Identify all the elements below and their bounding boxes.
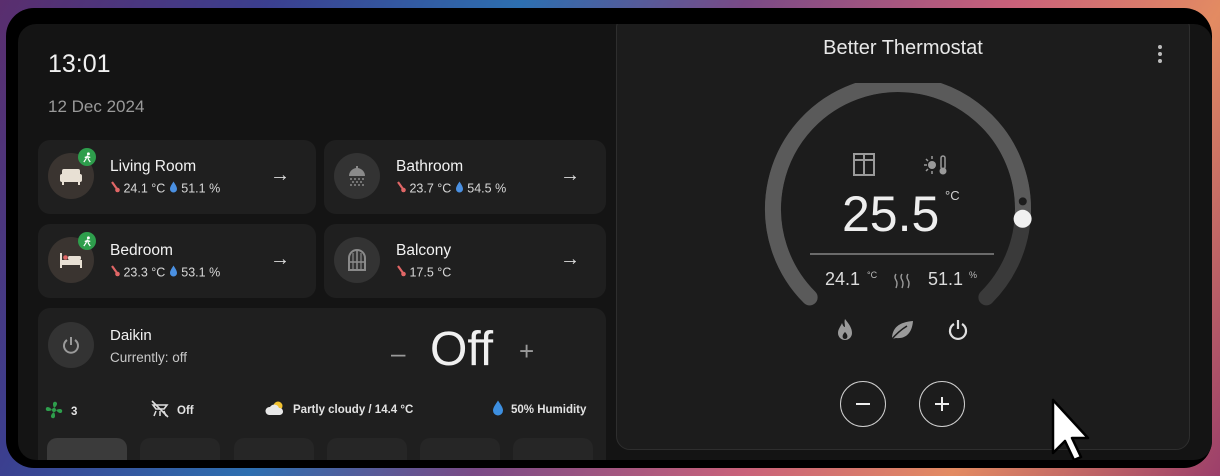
increase-button[interactable]: + bbox=[519, 336, 534, 367]
thermometer-icon bbox=[110, 181, 120, 196]
room-temperature: 23.7 °C bbox=[409, 181, 452, 196]
partly-cloudy-icon bbox=[264, 400, 286, 419]
arrow-right-icon[interactable]: → bbox=[270, 164, 290, 186]
room-sensors: 23.3 °C 53.1 % bbox=[110, 265, 220, 280]
droplet-icon bbox=[455, 181, 464, 196]
window-icon bbox=[334, 237, 380, 283]
room-card-balcony[interactable]: Balcony 17.5 °C → bbox=[324, 224, 606, 298]
dashboard-screen: 13:01 12 Dec 2024 Living Room 24.1 °C 51… bbox=[18, 24, 1212, 460]
thermometer-icon bbox=[110, 265, 120, 280]
arrow-right-icon[interactable]: → bbox=[560, 248, 580, 270]
room-card-bedroom[interactable]: Bedroom 23.3 °C 53.1 % → bbox=[38, 224, 316, 298]
current-humidity-unit: % bbox=[969, 270, 978, 280]
room-humidity: 53.1 % bbox=[181, 265, 221, 280]
thermostat-title: Better Thermostat bbox=[823, 37, 983, 59]
fan-icon bbox=[513, 438, 593, 460]
fan-speed: 3 bbox=[44, 400, 77, 423]
mode-button-heat[interactable] bbox=[140, 438, 220, 460]
room-name: Bedroom bbox=[110, 242, 173, 259]
droplet-icon bbox=[169, 181, 178, 196]
thermometer-icon bbox=[396, 265, 406, 280]
climate-name: Daikin bbox=[110, 327, 152, 344]
swing-value: Off bbox=[177, 404, 194, 417]
room-sensors: 17.5 °C bbox=[396, 265, 451, 280]
check-icon bbox=[47, 438, 127, 460]
sun-thermometer-icon bbox=[924, 155, 947, 175]
flame-icon[interactable] bbox=[836, 318, 854, 342]
room-card-bathroom[interactable]: Bathroom 23.7 °C 54.5 % → bbox=[324, 140, 606, 214]
dial-handle[interactable] bbox=[1013, 209, 1032, 228]
window-icon bbox=[853, 153, 875, 176]
fan-speed-value: 3 bbox=[71, 405, 78, 418]
mode-button-auto[interactable] bbox=[47, 438, 127, 460]
water-drop-icon bbox=[420, 438, 500, 460]
minus-icon bbox=[856, 403, 870, 405]
room-sensors: 23.7 °C 54.5 % bbox=[396, 181, 506, 196]
climate-status: Currently: off bbox=[110, 350, 188, 365]
dial-divider bbox=[810, 253, 994, 255]
humidity-status: 50% Humidity bbox=[492, 400, 586, 419]
current-humidity: 51.1 bbox=[928, 269, 964, 289]
room-temperature: 24.1 °C bbox=[123, 181, 166, 196]
thermostat-card: Better Thermostat 25.5 °C 24.1 °C 51.1 % bbox=[616, 24, 1190, 450]
swing-status: Off bbox=[150, 400, 194, 421]
room-temperature: 23.3 °C bbox=[123, 265, 166, 280]
flame-icon bbox=[140, 438, 220, 460]
target-temperature: 25.5 bbox=[842, 186, 940, 242]
room-name: Living Room bbox=[110, 158, 197, 175]
room-temperature: 17.5 °C bbox=[409, 265, 452, 280]
plus-icon bbox=[935, 397, 949, 411]
leaf-icon[interactable] bbox=[889, 319, 915, 341]
shower-icon bbox=[334, 153, 380, 199]
device-frame: 13:01 12 Dec 2024 Living Room 24.1 °C 51… bbox=[6, 8, 1212, 468]
room-name: Balcony bbox=[396, 242, 452, 259]
humidity-value: 50% Humidity bbox=[511, 403, 587, 416]
thermometer-icon bbox=[396, 181, 406, 196]
heat-waves-icon bbox=[894, 273, 910, 289]
mode-button-dry[interactable] bbox=[420, 438, 500, 460]
fan-icon bbox=[44, 400, 64, 423]
room-card-living-room[interactable]: Living Room 24.1 °C 51.1 % → bbox=[38, 140, 316, 214]
refresh-icon bbox=[327, 438, 407, 460]
occupancy-badge bbox=[78, 232, 96, 250]
arrow-right-icon[interactable]: → bbox=[560, 164, 580, 186]
current-temperature-unit: °C bbox=[867, 270, 878, 280]
snowflake-icon bbox=[234, 438, 314, 460]
mode-button-cool[interactable] bbox=[234, 438, 314, 460]
mode-button-fan[interactable] bbox=[513, 438, 593, 460]
mouse-cursor-icon bbox=[1051, 398, 1090, 462]
arrow-right-icon[interactable]: → bbox=[270, 248, 290, 270]
room-name: Bathroom bbox=[396, 158, 464, 175]
droplet-icon bbox=[169, 265, 178, 280]
clock-time: 13:01 bbox=[48, 50, 111, 78]
mode-button-heat-cool[interactable] bbox=[327, 438, 407, 460]
weather-status: Partly cloudy / 14.4 °C bbox=[264, 400, 413, 419]
droplet-icon bbox=[492, 400, 504, 419]
occupancy-badge bbox=[78, 148, 96, 166]
room-sensors: 24.1 °C 51.1 % bbox=[110, 181, 220, 196]
more-vertical-icon[interactable] bbox=[1157, 44, 1163, 64]
room-humidity: 54.5 % bbox=[467, 181, 507, 196]
power-icon[interactable] bbox=[948, 319, 968, 341]
dial-current-marker bbox=[1018, 197, 1027, 206]
room-humidity: 51.1 % bbox=[181, 181, 221, 196]
decrease-temperature-button[interactable] bbox=[840, 381, 886, 427]
clock-date: 12 Dec 2024 bbox=[48, 97, 145, 116]
increase-temperature-button[interactable] bbox=[919, 381, 965, 427]
weather-value: Partly cloudy / 14.4 °C bbox=[293, 403, 414, 416]
swing-off-icon bbox=[150, 400, 170, 421]
climate-state: Off bbox=[430, 323, 494, 376]
current-temperature: 24.1 bbox=[825, 269, 861, 289]
power-icon[interactable] bbox=[48, 322, 94, 368]
target-temperature-unit: °C bbox=[945, 188, 960, 203]
decrease-button[interactable]: – bbox=[391, 338, 405, 369]
